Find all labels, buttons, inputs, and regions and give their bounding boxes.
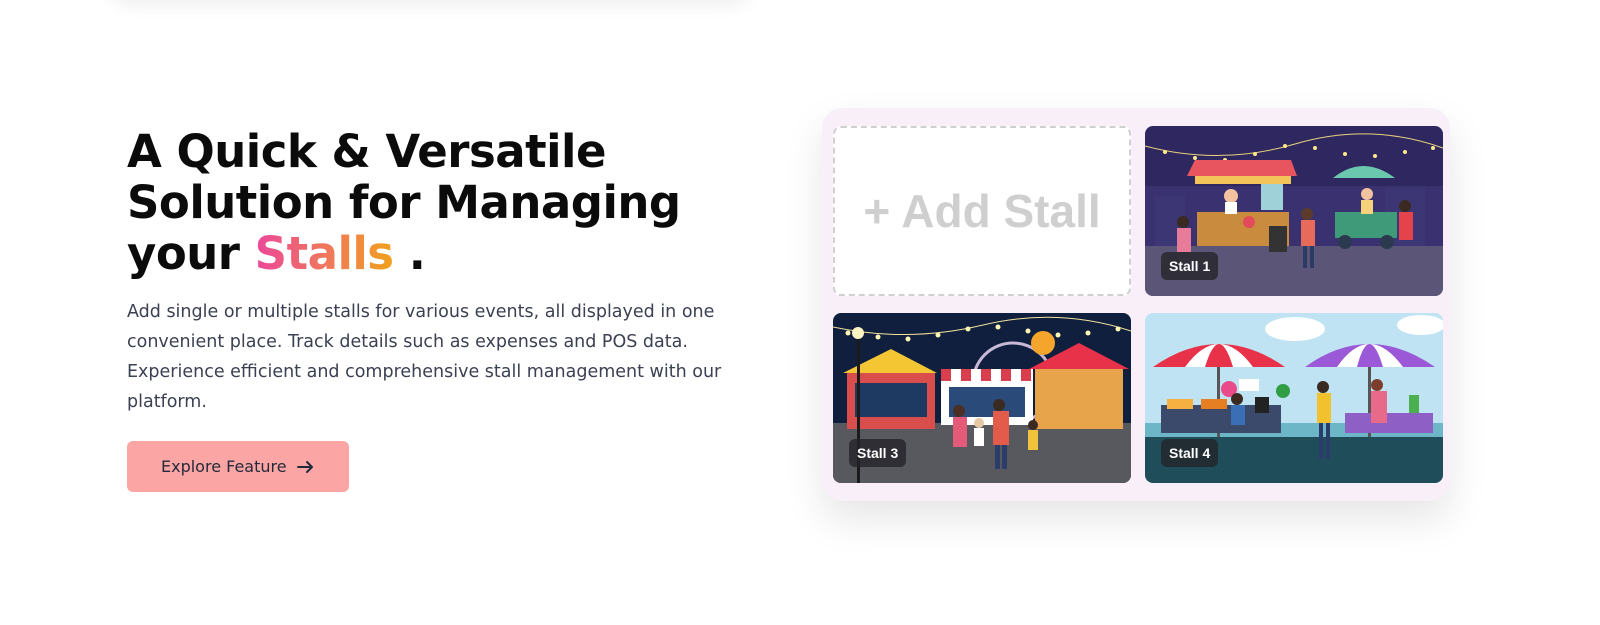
title-line-1: A Quick & Versatile xyxy=(127,125,607,178)
hero-section: A Quick & Versatile Solution for Managin… xyxy=(127,126,747,492)
hero-description: Add single or multiple stalls for variou… xyxy=(127,302,722,412)
title-line-2: Solution for Managing xyxy=(127,176,681,229)
explore-feature-button[interactable]: Explore Feature xyxy=(127,441,349,492)
stall-card-4[interactable]: Stall 4 xyxy=(1145,313,1443,483)
stall-grid-panel: + Add Stall Stall 1 Stall 3 Stall 4 xyxy=(822,108,1450,501)
title-suffix: . xyxy=(408,227,426,280)
title-line-3-prefix: your xyxy=(127,227,240,280)
arrow-right-icon xyxy=(296,460,313,473)
stall-label: Stall 4 xyxy=(1161,439,1219,467)
add-stall-label: + Add Stall xyxy=(863,185,1101,237)
stall-label: Stall 1 xyxy=(1161,252,1219,280)
stall-card-1[interactable]: Stall 1 xyxy=(1145,126,1443,296)
title-accent-word: Stalls xyxy=(254,227,394,280)
add-stall-card[interactable]: + Add Stall xyxy=(833,126,1131,296)
page-title: A Quick & Versatile Solution for Managin… xyxy=(127,126,747,279)
explore-feature-label: Explore Feature xyxy=(161,457,287,476)
stall-card-3[interactable]: Stall 3 xyxy=(833,313,1131,483)
stall-label: Stall 3 xyxy=(849,439,907,467)
